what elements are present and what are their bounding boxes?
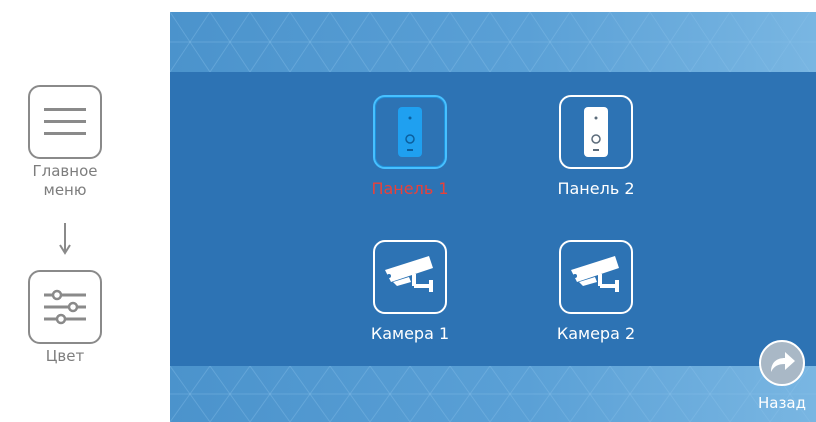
tile-panel-2[interactable]: Панель 2 [536, 95, 656, 199]
arrow-down-icon [59, 223, 71, 255]
tile-camera-1-frame [373, 240, 447, 314]
tile-camera-1-label: Камера 1 [370, 324, 450, 343]
guide-step-main-menu: Главное меню [27, 85, 103, 200]
tile-panel-1-frame [373, 95, 447, 169]
device-screen: Панель 1 Панель 2 Камера 1 Камера 2 Наза… [170, 12, 816, 422]
top-pattern-band [170, 12, 816, 72]
cctv-camera-icon [385, 256, 433, 292]
tile-panel-2-label: Панель 2 [557, 179, 635, 198]
tile-camera-2[interactable]: Камера 2 [536, 240, 656, 344]
tile-camera-2-frame [559, 240, 633, 314]
tile-panel-1-label: Панель 1 [371, 179, 449, 198]
tile-panel-2-frame [559, 95, 633, 169]
color-step-label: Цвет [45, 347, 85, 365]
back-button-label: Назад [757, 394, 806, 412]
curved-arrow-right-icon [771, 352, 795, 372]
triangle-pattern [170, 12, 816, 72]
hamburger-menu-icon [44, 108, 86, 135]
instruction-guide: Главное меню Цвет [0, 0, 130, 422]
back-button[interactable]: Назад [748, 340, 816, 412]
guide-step-color: Цвет [27, 270, 103, 366]
tile-camera-2-label: Камера 2 [556, 324, 636, 343]
bottom-pattern-band [170, 366, 816, 422]
back-button-circle [759, 340, 805, 386]
door-panel-icon [398, 107, 422, 157]
tile-camera-1[interactable]: Камера 1 [350, 240, 470, 344]
sliders-icon [44, 289, 86, 325]
tile-panel-1[interactable]: Панель 1 [350, 95, 470, 199]
cctv-camera-icon [571, 256, 619, 292]
door-panel-icon [584, 107, 608, 157]
color-step-box [28, 270, 102, 344]
main-content-area [170, 72, 816, 366]
main-menu-step-box [28, 85, 102, 159]
main-menu-step-label: Главное меню [32, 162, 98, 199]
triangle-pattern-bottom [170, 366, 816, 422]
